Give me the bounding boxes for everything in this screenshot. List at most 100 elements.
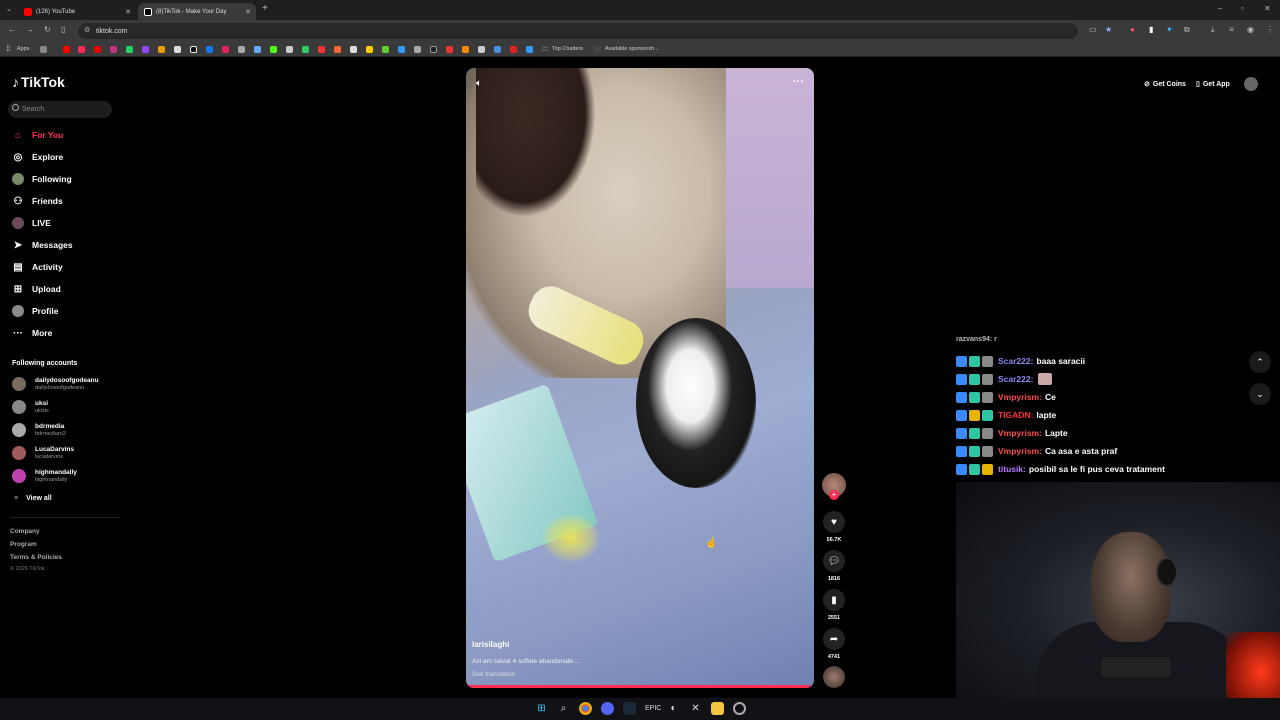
search-icon[interactable]: ⌕: [557, 702, 570, 715]
chat-scroll-down-icon[interactable]: ⌄: [1249, 383, 1271, 405]
site-info-icon[interactable]: ⚙: [84, 26, 90, 34]
bookmark-icon[interactable]: [286, 46, 293, 53]
reload-icon[interactable]: ↻: [44, 25, 51, 34]
epic-games-icon[interactable]: EPIC: [645, 702, 661, 715]
close-tab-icon[interactable]: ✕: [245, 8, 251, 16]
video-player[interactable]: 🔈︎ ··· larisilaghi Azi am salvat 4 sufle…: [466, 68, 814, 688]
bookmark-icon[interactable]: [478, 46, 485, 53]
following-account-item[interactable]: bdrmedia bdrmediaro2: [12, 420, 122, 440]
steam-icon[interactable]: [623, 702, 636, 715]
bookmark-icon[interactable]: [190, 46, 197, 53]
following-account-item[interactable]: dailydosoofgodeanu dailydosoofgodeanu: [12, 374, 122, 394]
like-button[interactable]: ♥: [823, 511, 845, 533]
footer-company-link[interactable]: Company: [10, 528, 40, 535]
split-view-icon[interactable]: ▯: [61, 25, 65, 34]
nav-live[interactable]: LIVE: [12, 216, 51, 230]
app-icon[interactable]: ✕: [689, 702, 702, 715]
video-username[interactable]: larisilaghi: [472, 640, 509, 649]
bookmark-icon[interactable]: [238, 46, 245, 53]
discord-icon[interactable]: [601, 702, 614, 715]
extension-icon[interactable]: ●: [1130, 25, 1135, 34]
tab-list-chevron-icon[interactable]: ⌄: [6, 5, 12, 13]
nav-activity[interactable]: ▤ Activity: [12, 260, 62, 274]
forward-icon[interactable]: →: [26, 25, 34, 34]
bookmark-icon[interactable]: [462, 46, 469, 53]
save-button[interactable]: ▮: [823, 589, 845, 611]
bookmark-icon[interactable]: [526, 46, 533, 53]
close-tab-icon[interactable]: ✕: [125, 8, 131, 16]
bookmark-icon[interactable]: [446, 46, 453, 53]
extensions-puzzle-icon[interactable]: ⧉: [1184, 25, 1190, 35]
bookmark-top-chatters[interactable]: Top Chatters: [552, 46, 583, 52]
following-account-item[interactable]: LucaDarvins lucadarvins: [12, 443, 122, 463]
tab-youtube[interactable]: (126) YouTube ✕: [18, 3, 136, 20]
bookmark-icon[interactable]: [494, 46, 501, 53]
chat-scroll-up-icon[interactable]: ⌃: [1249, 351, 1271, 373]
user-avatar[interactable]: [1244, 77, 1258, 91]
bookmark-icon[interactable]: [78, 46, 85, 53]
nav-explore[interactable]: ◎ Explore: [12, 150, 64, 164]
close-window-icon[interactable]: ✕: [1264, 4, 1271, 13]
bookmark-icon[interactable]: [254, 46, 261, 53]
extension-icon[interactable]: ✦: [1166, 25, 1173, 34]
bookmark-icon[interactable]: [382, 46, 389, 53]
profile-avatar-icon[interactable]: ◉: [1247, 25, 1254, 34]
see-translation-link[interactable]: See translation: [472, 671, 515, 678]
nav-profile[interactable]: Profile: [12, 304, 58, 318]
back-icon[interactable]: ←: [8, 25, 16, 34]
bookmark-icon[interactable]: [510, 46, 517, 53]
maximize-icon[interactable]: ▫: [1241, 4, 1244, 13]
bookmark-icon[interactable]: [430, 46, 437, 53]
file-explorer-icon[interactable]: [711, 702, 724, 715]
bookmark-icon[interactable]: [94, 46, 101, 53]
bookmark-icon[interactable]: [222, 46, 229, 53]
bookmark-star-icon[interactable]: ★: [1105, 25, 1112, 34]
minimize-icon[interactable]: –: [1218, 4, 1222, 13]
address-bar[interactable]: ⚙ tiktok.com: [78, 23, 1078, 39]
bookmark-icon[interactable]: [398, 46, 405, 53]
nav-friends[interactable]: ⚇ Friends: [12, 194, 63, 208]
bookmark-available-sponsorships[interactable]: Available sponsorsh...: [605, 46, 659, 52]
chrome-icon[interactable]: [579, 702, 592, 715]
video-progress-bar[interactable]: [466, 685, 814, 688]
bookmark-icon[interactable]: [40, 46, 47, 53]
search-input[interactable]: Search: [8, 101, 112, 118]
tiktok-logo[interactable]: ♪ TikTok: [12, 74, 65, 90]
bookmark-icon[interactable]: [318, 46, 325, 53]
windows-start-icon[interactable]: ⊞: [535, 702, 548, 715]
bookmark-icon[interactable]: [334, 46, 341, 53]
bookmark-icon[interactable]: [270, 46, 277, 53]
video-more-options-icon[interactable]: ···: [793, 76, 804, 88]
get-coins-button[interactable]: ⊘ Get Coins: [1144, 76, 1186, 92]
music-disc-icon[interactable]: [823, 666, 845, 688]
volume-icon[interactable]: 🔈︎: [476, 78, 482, 89]
bookmark-icon[interactable]: [110, 46, 117, 53]
kebab-menu-icon[interactable]: ⋮: [1266, 25, 1274, 34]
footer-program-link[interactable]: Program: [10, 541, 37, 548]
apps-grid-icon[interactable]: ⣿: [6, 45, 10, 52]
bookmark-icon[interactable]: [414, 46, 421, 53]
new-tab-icon[interactable]: +: [262, 3, 268, 14]
obs-icon[interactable]: [733, 702, 746, 715]
app-icon[interactable]: ◐: [667, 702, 680, 715]
download-icon[interactable]: ⤓: [1211, 25, 1215, 35]
bookmark-icon[interactable]: [302, 46, 309, 53]
get-app-button[interactable]: ▯ Get App: [1196, 76, 1230, 92]
footer-terms-link[interactable]: Terms & Policies: [10, 554, 62, 561]
following-account-item[interactable]: highmandally highmandally: [12, 466, 122, 486]
following-account-item[interactable]: uksi uklsis: [12, 397, 122, 417]
bookmark-icon[interactable]: [63, 46, 70, 53]
bookmark-icon[interactable]: [206, 46, 213, 53]
menu-lines-icon[interactable]: ≡: [1229, 25, 1234, 34]
view-all-link[interactable]: ≡ View all: [14, 495, 52, 502]
comment-button[interactable]: 💬︎: [823, 550, 845, 572]
bookmark-icon[interactable]: [174, 46, 181, 53]
nav-more[interactable]: ··· More: [12, 326, 52, 340]
cast-icon[interactable]: ▭: [1089, 25, 1097, 34]
follow-plus-icon[interactable]: +: [829, 490, 839, 500]
bookmark-icon[interactable]: [126, 46, 133, 53]
extension-icon[interactable]: ▮: [1149, 25, 1153, 34]
bookmark-icon[interactable]: [158, 46, 165, 53]
nav-for-you[interactable]: ⌂ For You: [12, 128, 63, 142]
tab-tiktok[interactable]: (8)TikTok - Make Your Day ✕: [138, 3, 256, 20]
